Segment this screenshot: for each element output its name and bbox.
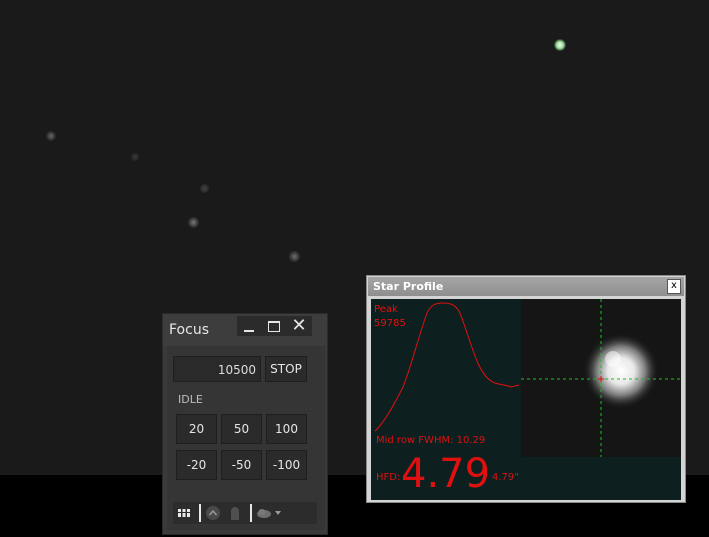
- hfd-arcsec: 4.79": [492, 472, 519, 483]
- star-profile-body: Peak 59785 Mid row FWHM: 10.29 HFD: 4.79…: [371, 299, 681, 500]
- maximize-icon[interactable]: [262, 316, 286, 336]
- star: [289, 251, 300, 262]
- chevron-down-icon[interactable]: [275, 511, 281, 515]
- peak-label: Peak: [374, 304, 398, 315]
- toolbar-separator: [250, 504, 252, 522]
- focus-toolbar: [173, 502, 317, 524]
- window-buttons: ✕: [237, 316, 312, 336]
- focus-panel: Focus ✕ 10500 STOP IDLE 20 50 100 -20 -5…: [162, 313, 328, 535]
- step-in-100-button[interactable]: 100: [266, 414, 307, 444]
- focus-titlebar[interactable]: Focus ✕: [163, 314, 327, 346]
- cloud-icon[interactable]: [256, 507, 272, 519]
- step-in-50-button[interactable]: 50: [221, 414, 262, 444]
- minimize-icon[interactable]: [237, 316, 261, 336]
- camera-icon[interactable]: [228, 505, 242, 521]
- step-out-20-button[interactable]: -20: [176, 450, 217, 480]
- toolbar-separator: [199, 504, 201, 522]
- step-in-20-button[interactable]: 20: [176, 414, 217, 444]
- star: [200, 184, 209, 193]
- focuser-icon[interactable]: [177, 507, 191, 519]
- star-profile-panel: Star Profile x Peak 59785 Mid row FWHM: …: [366, 275, 686, 503]
- peak-value: 59785: [374, 318, 406, 329]
- close-icon[interactable]: ✕: [287, 316, 311, 336]
- star: [46, 131, 56, 141]
- focuser-status: IDLE: [178, 393, 203, 406]
- star-profile-titlebar[interactable]: Star Profile x: [368, 277, 684, 296]
- step-out-100-button[interactable]: -100: [266, 450, 307, 480]
- star: [554, 39, 566, 51]
- focus-title: Focus: [169, 322, 209, 338]
- hfd-label: HFD:: [376, 472, 401, 483]
- stop-button[interactable]: STOP: [265, 356, 307, 382]
- star-profile-title: Star Profile: [373, 280, 444, 293]
- fwhm-text: Mid row FWHM: 10.29: [376, 435, 486, 446]
- star: [188, 217, 199, 228]
- star-image-graphic: [521, 299, 681, 457]
- close-icon[interactable]: x: [667, 279, 681, 294]
- star-thumbnail: [521, 299, 681, 457]
- hfd-value: 4.79: [401, 451, 491, 497]
- step-out-50-button[interactable]: -50: [221, 450, 262, 480]
- focuser-position-field[interactable]: 10500: [173, 356, 261, 382]
- focus-body: 10500 STOP IDLE 20 50 100 -20 -50 -100: [167, 346, 325, 530]
- chevron-up-icon[interactable]: [205, 505, 221, 521]
- star: [131, 153, 139, 161]
